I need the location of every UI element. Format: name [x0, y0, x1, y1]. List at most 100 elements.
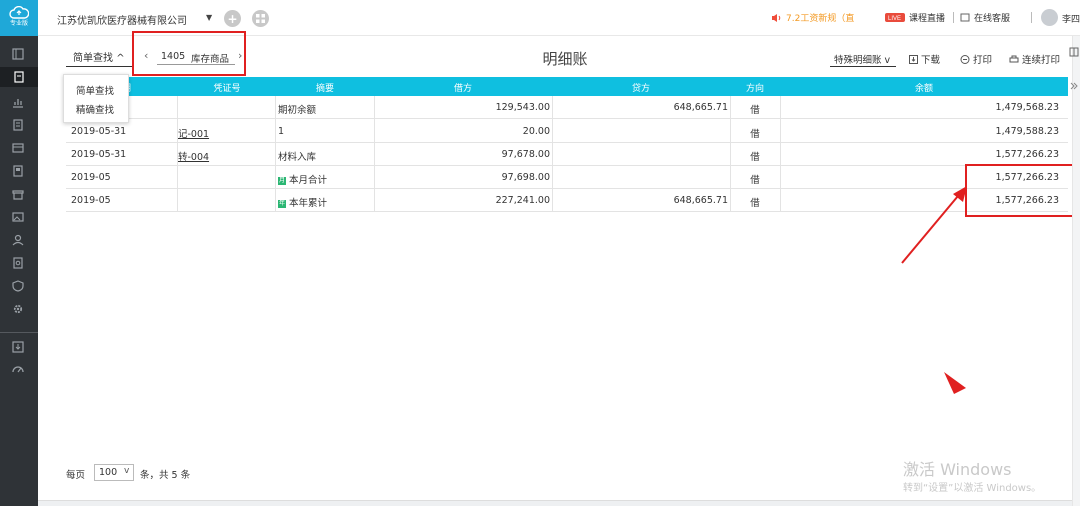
print-label: 打印	[973, 55, 993, 66]
side-panel-icon[interactable]	[1069, 47, 1079, 57]
right-scroll-panel[interactable]	[1072, 36, 1080, 506]
cell-direction: 借	[750, 152, 760, 163]
cell-date: 2019-05	[71, 172, 111, 183]
cell-summary: 材料入库	[278, 152, 317, 163]
gauge-icon[interactable]	[11, 362, 25, 376]
special-ledger-underline	[830, 66, 896, 67]
avatar[interactable]	[1041, 9, 1058, 26]
column-header-debit: 借方	[453, 84, 472, 94]
column-header-summary: 摘要	[315, 84, 334, 94]
column-divider	[730, 96, 731, 212]
cell-balance: 1,479,588.23	[995, 126, 1059, 137]
voucher-icon[interactable]	[0, 67, 38, 87]
cell-voucher[interactable]: 转-004	[178, 149, 209, 163]
table-row[interactable]: 期初余额 129,543.00 648,665.71 借 1,479,568.2…	[66, 96, 1068, 119]
column-header-balance: 余额	[914, 84, 933, 94]
print-button[interactable]: 打印	[960, 52, 992, 66]
continuous-print-label: 连续打印	[1022, 55, 1061, 66]
cell-debit: 227,241.00	[495, 195, 550, 206]
username[interactable]: 李四	[1062, 12, 1080, 25]
cell-summary: 1	[278, 126, 285, 137]
windows-activation-title: 激活 Windows	[903, 460, 1012, 479]
shop-icon[interactable]	[11, 187, 25, 201]
per-page-label: 每页	[66, 470, 86, 481]
svg-text:LIVE: LIVE	[888, 16, 901, 22]
live-icon: LIVE	[885, 13, 905, 22]
printer-icon	[960, 54, 970, 64]
course-live-link[interactable]: LIVE 课程直播	[885, 11, 945, 24]
download-icon[interactable]	[11, 340, 25, 354]
menu-item-exact-search[interactable]: 精确查找	[76, 102, 114, 116]
continuous-print-icon	[1009, 55, 1019, 62]
cell-credit: 648,665.71	[673, 102, 728, 113]
cell-debit: 97,698.00	[501, 172, 550, 183]
ledger-icon[interactable]	[11, 164, 25, 178]
double-chevron-right-icon[interactable]	[1069, 81, 1079, 91]
bottom-scrollbar[interactable]	[38, 500, 1072, 506]
grid-icon[interactable]	[252, 10, 269, 27]
report-icon[interactable]	[11, 256, 25, 270]
table-header: 日期 凭证号 摘要 借方 贷方 方向 余额	[66, 77, 1068, 96]
table-row[interactable]: 2019-05-31 转-004 材料入库 97,678.00 借 1,577,…	[66, 143, 1068, 166]
cell-summary-text: 本月合计	[289, 175, 328, 186]
chevron-down-icon: v	[884, 55, 891, 66]
person-icon[interactable]	[11, 233, 25, 247]
cell-credit: 648,665.71	[673, 195, 728, 206]
column-divider	[374, 96, 375, 212]
speaker-icon	[772, 13, 781, 22]
sidebar-divider	[0, 332, 38, 333]
shield-icon[interactable]	[11, 279, 25, 293]
app-window: 专业版 江苏优凯欣医疗器械有限公司 ▼ + 7.2工资新规（直 LIVE 课程直…	[0, 0, 1080, 506]
logo[interactable]: 专业版	[0, 0, 38, 36]
company-selector[interactable]: 江苏优凯欣医疗器械有限公司	[57, 12, 187, 27]
per-page-select[interactable]: 100 v	[94, 464, 134, 481]
cell-summary-text: 本年累计	[289, 198, 328, 209]
cell-date: 2019-05-31	[71, 126, 127, 137]
cell-summary: 月本月合计	[278, 172, 327, 186]
chevron-down-icon: v	[124, 466, 130, 476]
column-divider	[780, 96, 781, 212]
annotation-box-account	[132, 31, 246, 76]
notice-text: 7.2工资新规（直	[786, 14, 855, 24]
add-company-icon[interactable]: +	[224, 10, 241, 27]
annotation-box-balance	[965, 164, 1075, 217]
column-divider	[177, 96, 178, 212]
document-icon[interactable]	[11, 118, 25, 132]
book-icon[interactable]	[11, 141, 25, 155]
cell-debit: 97,678.00	[501, 149, 550, 160]
image-icon[interactable]	[11, 210, 25, 224]
per-page-value: 100	[99, 467, 118, 478]
cell-debit: 129,543.00	[495, 102, 550, 113]
search-mode-menu: 简单查找 精确查找	[63, 74, 129, 123]
notice-link[interactable]: 7.2工资新规（直	[771, 11, 854, 24]
cell-balance: 1,479,568.23	[995, 102, 1059, 113]
table-row[interactable]: 2019-05-31 记-001 1 20.00 借 1,479,588.23	[66, 120, 1068, 143]
cell-debit: 20.00	[522, 126, 550, 137]
download-button[interactable]: 下载	[909, 52, 940, 66]
cloud-icon	[9, 6, 29, 19]
column-header-credit: 贷方	[631, 84, 650, 94]
cell-summary: 年本年累计	[278, 195, 327, 209]
special-ledger-dropdown[interactable]: 特殊明细账 v	[834, 52, 890, 66]
annotation-arrow	[901, 186, 967, 264]
column-header-direction: 方向	[745, 84, 764, 94]
month-tag-icon: 月	[278, 176, 286, 185]
topbar-divider	[1031, 12, 1032, 23]
chart-icon[interactable]	[11, 95, 25, 109]
annotation-arrowhead	[944, 372, 966, 394]
cell-date: 2019-05-31	[71, 149, 127, 160]
column-divider	[275, 96, 276, 212]
menu-item-simple-search[interactable]: 简单查找	[76, 83, 114, 97]
cell-voucher[interactable]: 记-001	[178, 126, 209, 140]
chat-icon	[960, 13, 970, 21]
continuous-print-button[interactable]: 连续打印	[1009, 52, 1060, 66]
cell-direction: 借	[750, 129, 760, 140]
logo-text: 专业版	[9, 20, 28, 27]
course-live-label: 课程直播	[909, 14, 946, 24]
cell-direction: 借	[750, 175, 760, 186]
caret-down-icon[interactable]: ▼	[206, 13, 212, 22]
settings-icon[interactable]	[11, 302, 25, 316]
online-service-link[interactable]: 在线客服	[960, 11, 1010, 24]
download-icon	[909, 54, 918, 64]
topbar-divider	[953, 12, 954, 23]
